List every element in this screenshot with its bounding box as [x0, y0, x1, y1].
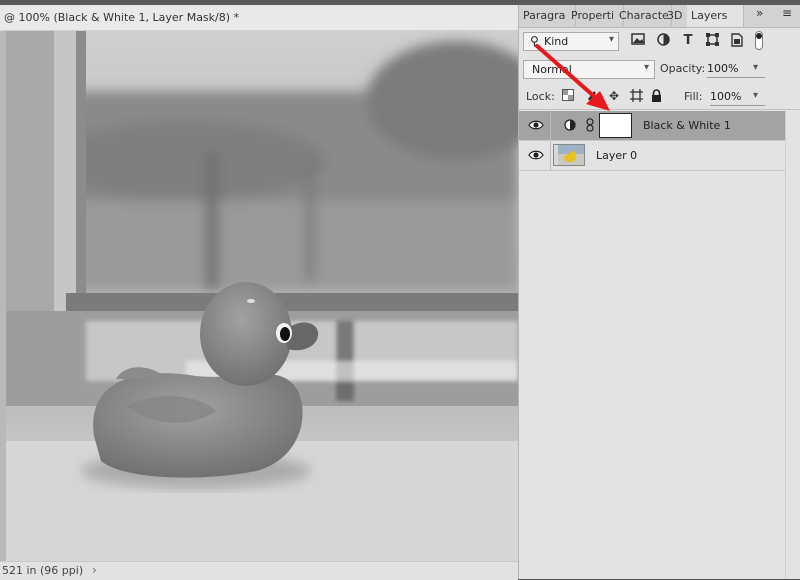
- smart-object-filter-icon[interactable]: [729, 33, 745, 49]
- document-window: @ 100% (Black & White 1, Layer Mask/8) *: [0, 5, 518, 580]
- adjustment-layer-icon[interactable]: [564, 119, 576, 131]
- filter-toggle[interactable]: [755, 31, 763, 50]
- lock-position-icon[interactable]: ✥: [607, 89, 621, 103]
- lock-all-icon[interactable]: [649, 89, 663, 103]
- tab-layers[interactable]: Layers: [687, 5, 744, 27]
- panel-scrollbar[interactable]: [785, 110, 800, 579]
- chevron-down-icon[interactable]: ▾: [753, 62, 758, 73]
- search-icon: ⚲: [530, 34, 539, 48]
- duck-photo: [6, 31, 518, 561]
- hamburger-icon[interactable]: ≡: [782, 6, 792, 20]
- layers-panel: Paragra Properti Characte 3D Layers » ≡ …: [518, 5, 800, 579]
- mask-link-icon[interactable]: [586, 118, 594, 132]
- visibility-eye-icon[interactable]: [528, 119, 544, 131]
- layer-name[interactable]: Layer 0: [596, 149, 637, 162]
- layer-separator: [550, 141, 551, 170]
- double-chevron-right-icon[interactable]: »: [756, 6, 763, 20]
- panel-tab-bar: Paragra Properti Characte 3D Layers » ≡: [519, 5, 800, 28]
- opacity-label: Opacity:: [660, 62, 706, 75]
- adjustment-filter-icon[interactable]: [655, 33, 671, 49]
- status-expand-icon[interactable]: ›: [92, 563, 97, 577]
- document-tab[interactable]: @ 100% (Black & White 1, Layer Mask/8) *: [0, 5, 518, 31]
- layer-filter-kind-select[interactable]: ⚲ Kind ▾: [523, 32, 619, 51]
- layer-separator: [550, 111, 551, 140]
- image-filter-icon[interactable]: [630, 33, 646, 49]
- visibility-eye-icon[interactable]: [528, 149, 544, 161]
- type-filter-icon[interactable]: T: [680, 33, 696, 49]
- opacity-underline: [707, 77, 765, 78]
- chevron-down-icon: ▾: [608, 34, 614, 45]
- layer-thumbnail[interactable]: [553, 144, 585, 166]
- panel-divider: [519, 109, 800, 110]
- fill-input[interactable]: 100%: [710, 90, 741, 103]
- layer-name[interactable]: Black & White 1: [643, 119, 731, 132]
- document-size-readout: 521 in (96 ppi): [2, 564, 84, 577]
- kind-label: Kind: [544, 35, 569, 48]
- opacity-input[interactable]: 100%: [707, 62, 738, 75]
- chevron-down-icon[interactable]: ▾: [753, 90, 758, 101]
- fill-underline: [710, 105, 765, 106]
- status-bar: 521 in (96 ppi) ›: [0, 561, 518, 580]
- fill-label: Fill:: [684, 90, 703, 103]
- image-canvas[interactable]: [6, 31, 518, 561]
- layer-row-black-white[interactable]: Black & White 1: [519, 111, 785, 141]
- lock-label: Lock:: [526, 90, 555, 103]
- blend-mode-select[interactable]: Normal ▾: [523, 60, 655, 79]
- layer-row-layer-0[interactable]: Layer 0: [519, 141, 785, 171]
- lock-transparent-icon[interactable]: [561, 89, 575, 103]
- layer-mask-thumbnail[interactable]: [599, 113, 632, 138]
- lock-image-icon[interactable]: [585, 89, 599, 103]
- lock-artboard-icon[interactable]: [629, 89, 643, 103]
- document-title: @ 100% (Black & White 1, Layer Mask/8) *: [4, 11, 240, 24]
- shape-filter-icon[interactable]: [704, 33, 720, 49]
- blend-mode-value: Normal: [532, 63, 572, 76]
- chevron-down-icon: ▾: [643, 62, 649, 73]
